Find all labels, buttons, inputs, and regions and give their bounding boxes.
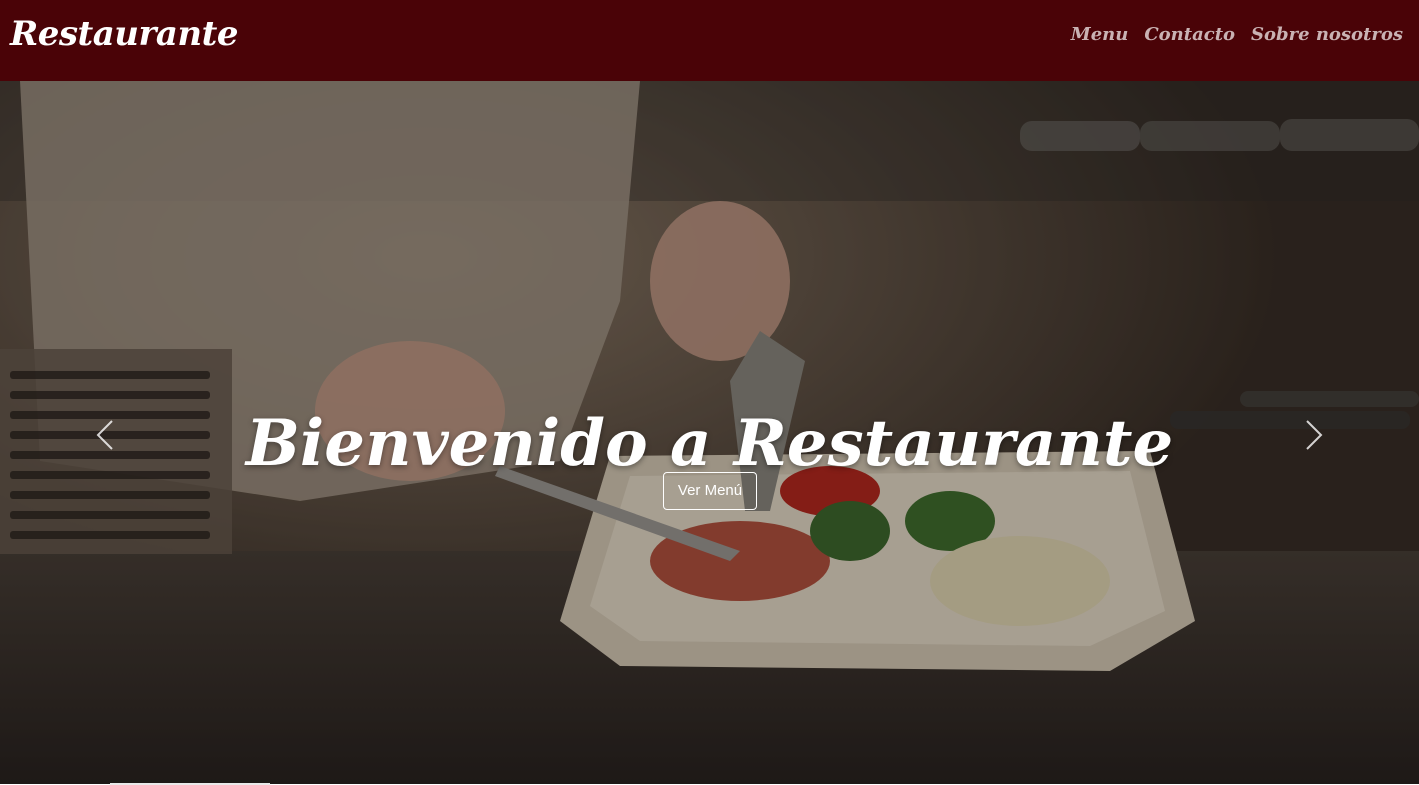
nav-link-menu[interactable]: Menu [1071, 24, 1129, 45]
nav-link-sobre-nosotros[interactable]: Sobre nosotros [1251, 24, 1403, 45]
ver-menu-button[interactable]: Ver Menú [663, 472, 757, 510]
brand-logo[interactable]: Restaurante [10, 14, 238, 54]
nav-link-contacto[interactable]: Contacto [1144, 24, 1235, 45]
hero-carousel: Bienvenido a Restaurante Ver Menú [0, 81, 1419, 784]
nav-links: Menu Contacto Sobre nosotros [1071, 24, 1403, 45]
hero-title: Bienvenido a Restaurante [245, 405, 1174, 481]
navbar: Restaurante Menu Contacto Sobre nosotros [0, 0, 1419, 81]
